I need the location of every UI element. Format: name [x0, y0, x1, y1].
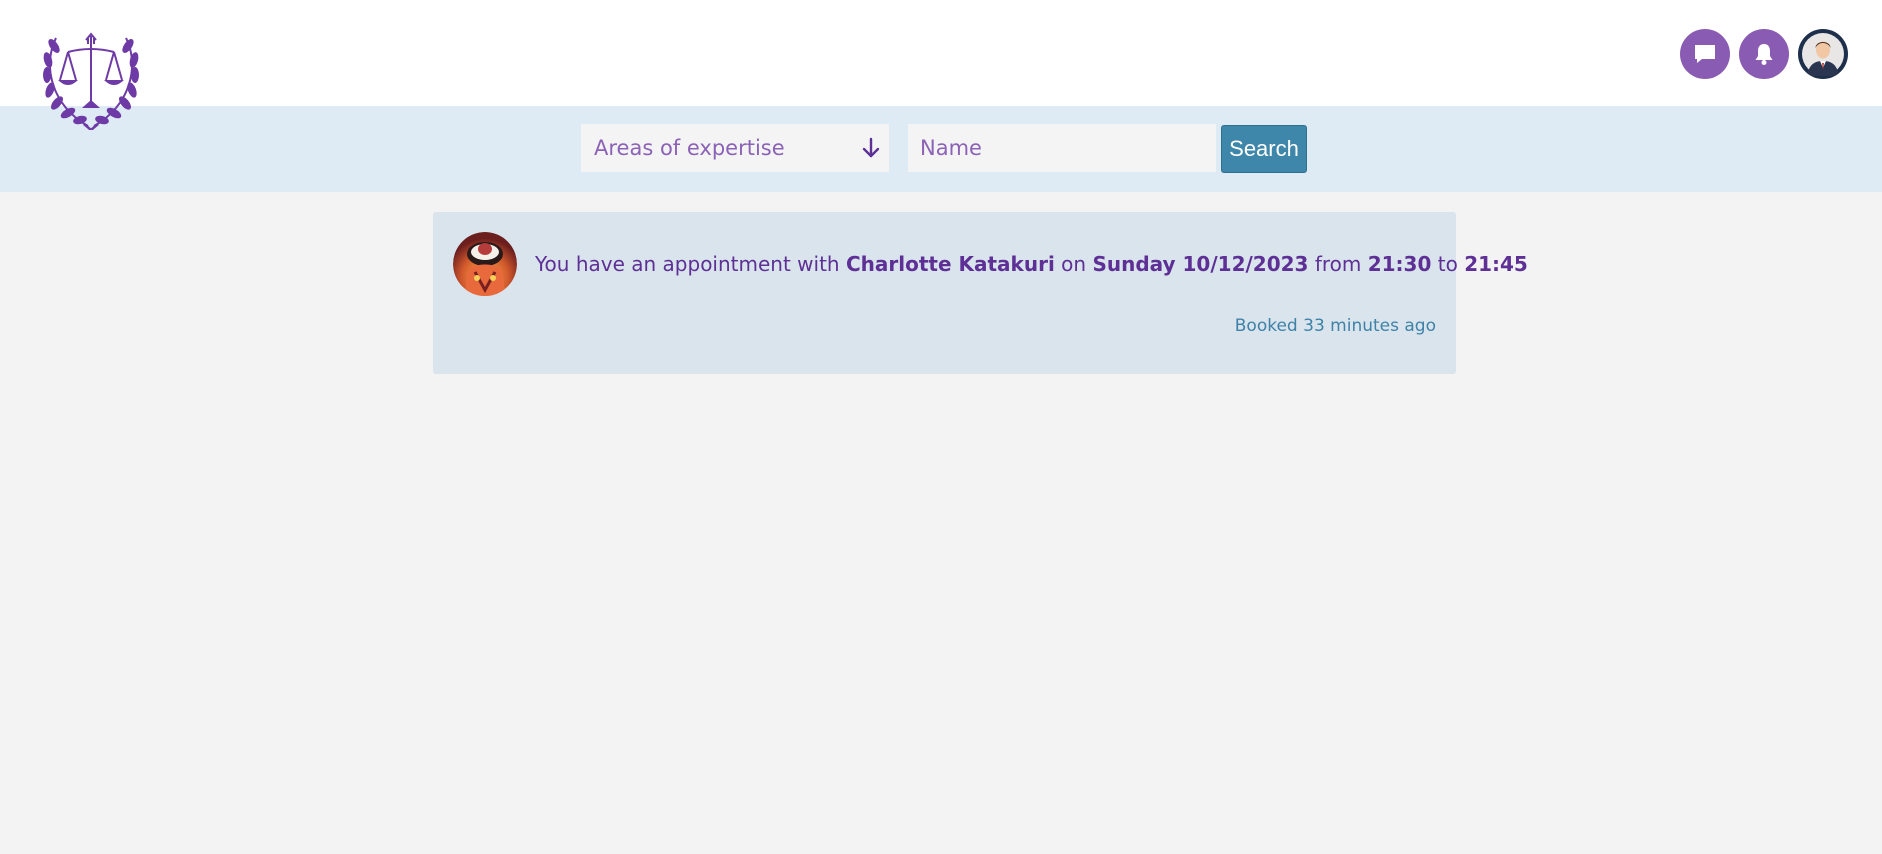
message-text-2: on: [1061, 252, 1087, 276]
areas-of-expertise-label: Areas of expertise: [594, 136, 785, 160]
search-bar: Areas of expertise Search: [0, 106, 1882, 192]
lawyer-name[interactable]: Charlotte Katakuri: [846, 252, 1055, 276]
appointment-message: You have an appointment with Charlotte K…: [535, 252, 1528, 276]
message-text-3: from: [1314, 252, 1362, 276]
booked-timestamp: Booked 33 minutes ago: [1234, 316, 1436, 336]
appointment-notification-card: You have an appointment with Charlotte K…: [433, 212, 1528, 374]
top-header: [0, 0, 1882, 106]
app-logo[interactable]: [42, 26, 140, 132]
message-text-1: You have an appointment with: [535, 252, 840, 276]
appointment-end-time: 21:45: [1464, 252, 1528, 276]
arrow-down-icon: [862, 137, 880, 158]
notifications-button[interactable]: [1739, 29, 1789, 79]
appointment-date: Sunday 10/12/2023: [1092, 252, 1309, 276]
lawyer-avatar-image: [453, 232, 517, 296]
chat-button[interactable]: [1680, 29, 1730, 79]
appointment-start-time: 21:30: [1367, 252, 1432, 276]
message-text-4: to: [1437, 252, 1458, 276]
lawyer-avatar: [453, 232, 517, 296]
user-avatar[interactable]: [1798, 29, 1848, 79]
chat-icon: [1695, 45, 1715, 63]
header-actions: [1680, 29, 1848, 79]
areas-of-expertise-select[interactable]: Areas of expertise: [581, 124, 889, 172]
name-search-input[interactable]: [908, 124, 1216, 172]
bell-icon: [1755, 44, 1773, 65]
user-avatar-icon: [1802, 33, 1844, 76]
scales-of-justice-logo-icon: [43, 32, 139, 132]
search-button[interactable]: Search: [1221, 125, 1307, 173]
